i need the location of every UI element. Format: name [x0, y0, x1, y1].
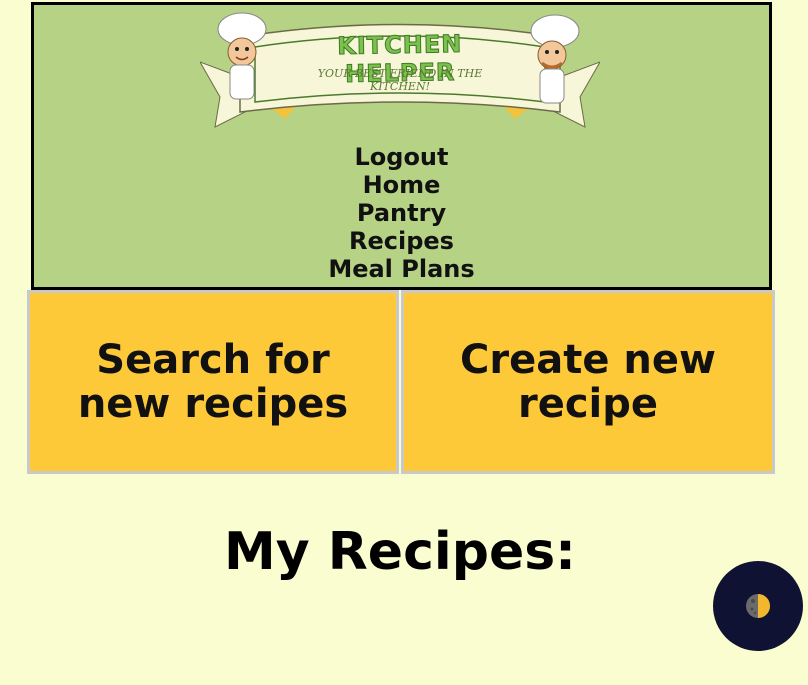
my-recipes-heading: My Recipes: [224, 522, 576, 582]
nav-recipes[interactable]: Recipes [349, 227, 454, 255]
main-nav: Logout Home Pantry Recipes Meal Plans [34, 143, 769, 283]
create-recipe-label: Create new recipe [460, 337, 716, 427]
kitchen-helper-logo[interactable]: KITCHEN HELPER YOUR BEST FRIEND IN THE K… [198, 7, 602, 147]
half-moon-icon [746, 594, 770, 618]
search-recipes-label: Search for new recipes [77, 337, 349, 427]
create-recipe-button[interactable]: Create new recipe [401, 290, 775, 474]
nav-meal-plans[interactable]: Meal Plans [328, 255, 474, 283]
search-recipes-button[interactable]: Search for new recipes [27, 290, 399, 474]
nav-logout[interactable]: Logout [354, 143, 448, 171]
nav-pantry[interactable]: Pantry [357, 199, 446, 227]
site-header: KITCHEN HELPER YOUR BEST FRIEND IN THE K… [31, 2, 772, 290]
nav-home[interactable]: Home [363, 171, 441, 199]
logo-subtitle: YOUR BEST FRIEND IN THE KITCHEN! [317, 67, 483, 93]
theme-toggle-button[interactable] [713, 561, 803, 651]
